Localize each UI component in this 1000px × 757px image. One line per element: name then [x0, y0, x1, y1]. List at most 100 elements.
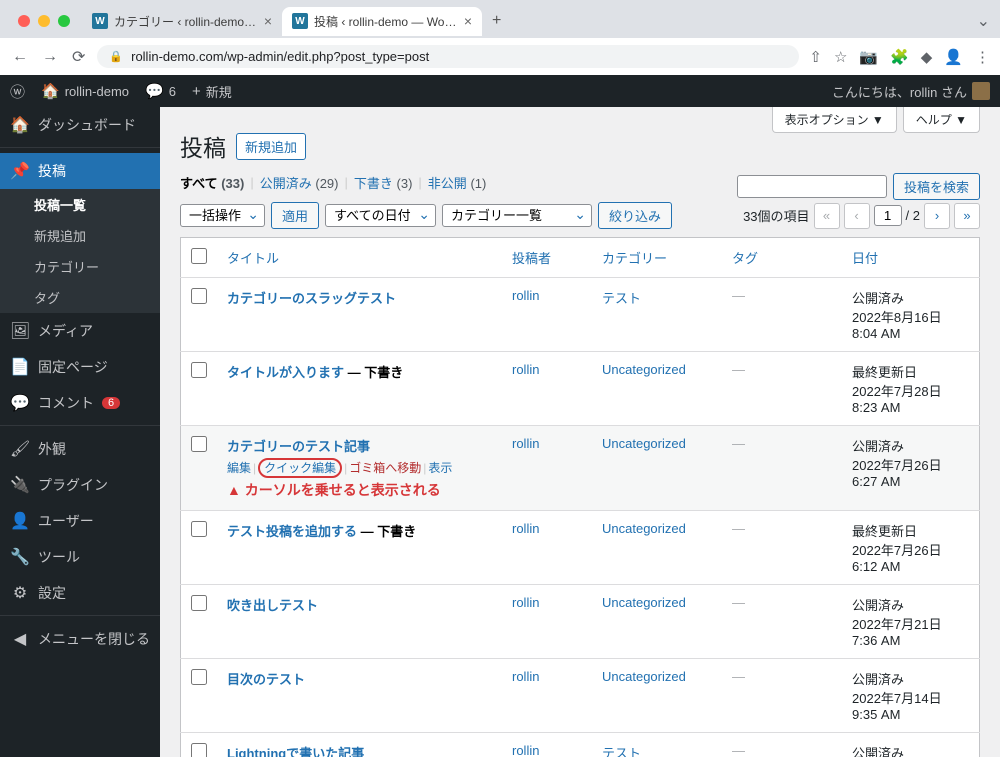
minimize-window-icon[interactable] — [38, 15, 50, 27]
menu-appearance[interactable]: 🖌外観 — [0, 431, 160, 467]
menu-collapse[interactable]: ◀メニューを閉じる — [0, 621, 160, 657]
comments-link[interactable]: 💬6 — [145, 82, 176, 100]
star-icon[interactable]: ☆ — [834, 48, 847, 66]
search-button[interactable]: 投稿を検索 — [893, 173, 980, 200]
annotation-text: ▲ カーソルを乗せると表示される — [227, 480, 492, 500]
category-filter-select[interactable]: カテゴリー一覧 — [442, 204, 592, 227]
last-page-button[interactable]: » — [954, 203, 980, 229]
extension2-icon[interactable]: ◆ — [921, 48, 933, 66]
new-tab-button[interactable]: + — [484, 8, 509, 34]
bulk-apply-button[interactable]: 適用 — [271, 202, 319, 229]
post-title-link[interactable]: 吹き出しテスト — [227, 598, 318, 613]
help-button[interactable]: ヘルプ ▼ — [903, 107, 980, 133]
extension-icon[interactable]: 🧩 — [890, 48, 909, 66]
menu-dashboard[interactable]: 🏠ダッシュボード — [0, 107, 160, 143]
row-checkbox[interactable] — [191, 362, 207, 378]
add-new-button[interactable]: 新規追加 — [236, 133, 306, 160]
author-link[interactable]: rollin — [512, 521, 539, 536]
close-window-icon[interactable] — [18, 15, 30, 27]
author-link[interactable]: rollin — [512, 743, 539, 757]
category-link[interactable]: Uncategorized — [602, 595, 686, 610]
category-link[interactable]: テスト — [602, 746, 641, 757]
author-link[interactable]: rollin — [512, 669, 539, 684]
category-link[interactable]: Uncategorized — [602, 436, 686, 451]
column-tags[interactable]: タグ — [722, 238, 842, 278]
prev-page-button[interactable]: ‹ — [844, 203, 870, 229]
site-name-link[interactable]: 🏠rollin-demo — [41, 82, 129, 100]
menu-icon[interactable]: ⋮ — [975, 48, 990, 66]
post-title-link[interactable]: タイトルが入ります — [227, 365, 344, 380]
tag-none: — — [732, 595, 745, 610]
menu-settings[interactable]: ⚙設定 — [0, 575, 160, 611]
post-title-link[interactable]: 目次のテスト — [227, 672, 305, 687]
camera-icon[interactable]: 📷 — [859, 48, 878, 66]
row-checkbox[interactable] — [191, 669, 207, 685]
first-page-button[interactable]: « — [814, 203, 840, 229]
menu-users[interactable]: 👤ユーザー — [0, 503, 160, 539]
menu-plugins[interactable]: 🔌プラグイン — [0, 467, 160, 503]
category-link[interactable]: Uncategorized — [602, 669, 686, 684]
date-filter-select[interactable]: すべての日付 — [325, 204, 436, 227]
row-checkbox[interactable] — [191, 521, 207, 537]
search-input[interactable] — [737, 175, 887, 198]
menu-media[interactable]: 🖼メディア — [0, 313, 160, 349]
post-title-link[interactable]: カテゴリーのテスト記事 — [227, 439, 370, 454]
column-title[interactable]: タイトル — [217, 238, 502, 278]
author-link[interactable]: rollin — [512, 436, 539, 451]
my-account-link[interactable]: こんにちは、rollin さん — [832, 82, 990, 101]
filter-button[interactable]: 絞り込み — [598, 202, 672, 229]
filter-draft[interactable]: 下書き (3) — [354, 173, 413, 192]
bulk-action-select[interactable]: 一括操作 — [180, 204, 265, 227]
browser-tab[interactable]: Wカテゴリー ‹ rollin-demo — Wor...× — [82, 7, 282, 36]
select-all-checkbox[interactable] — [191, 248, 207, 264]
post-title-link[interactable]: テスト投稿を追加する — [227, 524, 357, 539]
row-checkbox[interactable] — [191, 743, 207, 757]
row-checkbox[interactable] — [191, 595, 207, 611]
url-field[interactable]: 🔒 rollin-demo.com/wp-admin/edit.php?post… — [97, 45, 799, 68]
submenu-posts-tags[interactable]: タグ — [0, 282, 160, 313]
author-link[interactable]: rollin — [512, 362, 539, 377]
trash-link[interactable]: ゴミ箱へ移動 — [349, 461, 421, 475]
forward-button[interactable]: → — [40, 46, 60, 68]
share-icon[interactable]: ⇧ — [809, 48, 822, 66]
current-page-input[interactable] — [874, 205, 902, 226]
filter-private[interactable]: 非公開 (1) — [428, 173, 487, 192]
close-tab-icon[interactable]: × — [264, 13, 272, 29]
column-categories[interactable]: カテゴリー — [592, 238, 722, 278]
post-title-link[interactable]: カテゴリーのスラッグテスト — [227, 291, 396, 306]
row-checkbox[interactable] — [191, 288, 207, 304]
screen-options-button[interactable]: 表示オプション ▼ — [772, 107, 897, 133]
column-date[interactable]: 日付 — [842, 238, 980, 278]
submenu-posts-list[interactable]: 投稿一覧 — [0, 189, 160, 220]
column-author[interactable]: 投稿者 — [502, 238, 592, 278]
row-checkbox[interactable] — [191, 436, 207, 452]
browser-tab[interactable]: W投稿 ‹ rollin-demo — WordPres...× — [282, 7, 482, 36]
category-link[interactable]: Uncategorized — [602, 521, 686, 536]
view-link[interactable]: 表示 — [428, 461, 452, 475]
back-button[interactable]: ← — [10, 46, 30, 68]
menu-pages[interactable]: 📄固定ページ — [0, 349, 160, 385]
edit-link[interactable]: 編集 — [227, 461, 251, 475]
menu-comments[interactable]: 💬コメント6 — [0, 385, 160, 421]
post-title-link[interactable]: Lightningで書いた記事 — [227, 746, 364, 757]
author-link[interactable]: rollin — [512, 595, 539, 610]
table-row: 吹き出しテストrollinUncategorized—公開済み2022年7月21… — [181, 585, 980, 659]
category-link[interactable]: Uncategorized — [602, 362, 686, 377]
submenu-posts-categories[interactable]: カテゴリー — [0, 251, 160, 282]
quick-edit-link[interactable]: クイック編集 — [258, 458, 342, 478]
menu-tools[interactable]: 🔧ツール — [0, 539, 160, 575]
new-content-link[interactable]: +新規 — [192, 82, 232, 101]
wp-logo[interactable]: ⓦ — [10, 81, 25, 102]
filter-all[interactable]: すべて (33) — [180, 173, 244, 192]
author-link[interactable]: rollin — [512, 288, 539, 303]
maximize-window-icon[interactable] — [58, 15, 70, 27]
close-tab-icon[interactable]: × — [464, 13, 472, 29]
filter-published[interactable]: 公開済み (29) — [260, 173, 339, 192]
submenu-posts-new[interactable]: 新規追加 — [0, 220, 160, 251]
reload-button[interactable]: ⟳ — [70, 45, 87, 69]
profile-icon[interactable]: 👤 — [944, 48, 963, 66]
tabs-chevron-icon[interactable]: ⌄ — [975, 9, 992, 33]
menu-posts[interactable]: 📌投稿 — [0, 153, 160, 189]
next-page-button[interactable]: › — [924, 203, 950, 229]
category-link[interactable]: テスト — [602, 291, 641, 306]
